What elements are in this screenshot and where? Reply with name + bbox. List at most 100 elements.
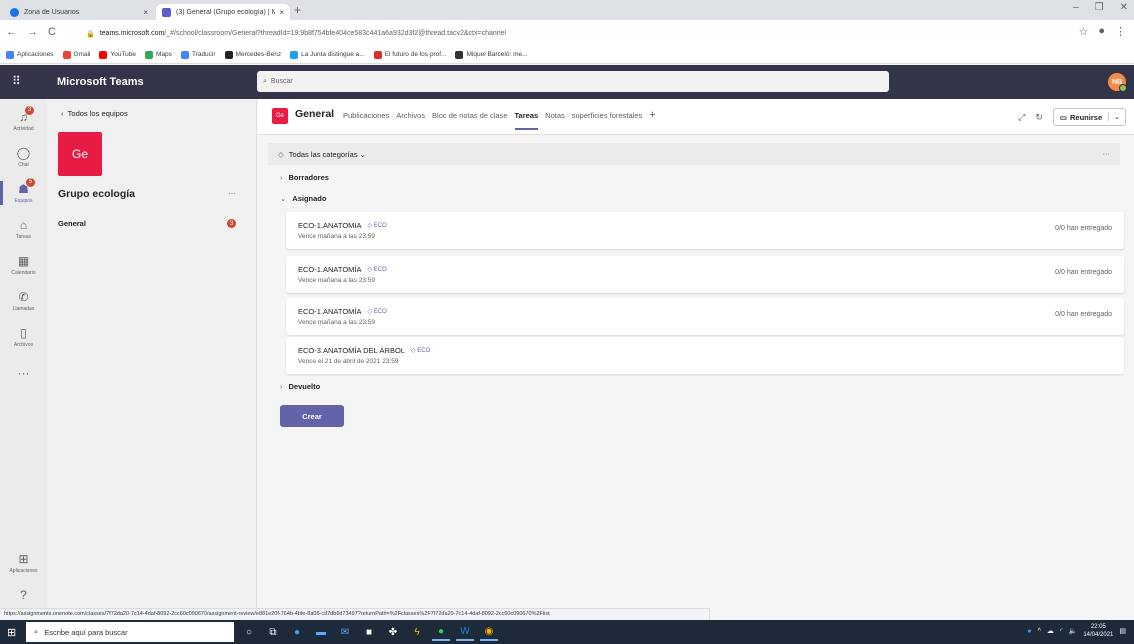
tab-publicaciones[interactable]: Publicaciones xyxy=(343,111,389,120)
more-options-button[interactable]: ··· xyxy=(1103,149,1111,158)
expand-icon[interactable]: ⤢ xyxy=(1018,112,1025,123)
rail-item-teams[interactable]: ☗ 5 Equipos xyxy=(0,175,47,211)
taskbar-search-input[interactable]: ⌕ Escribe aquí para buscar xyxy=(26,622,234,642)
gmail-icon xyxy=(62,50,71,59)
volume-icon[interactable]: 🔈 xyxy=(1069,627,1078,635)
create-button[interactable]: Crear xyxy=(280,405,344,427)
rail-item-calendar[interactable]: ▦ Calendario xyxy=(0,247,47,283)
clock[interactable]: 22:05 14/04/2021 xyxy=(1083,623,1113,639)
reload-button[interactable]: C xyxy=(48,26,56,38)
tab-notas[interactable]: Notas xyxy=(545,111,565,120)
back-button[interactable]: ← xyxy=(6,26,17,38)
bookmark-star-icon[interactable]: ☆ xyxy=(1078,25,1088,38)
notifications-icon[interactable]: ▤ xyxy=(1119,627,1126,635)
clock-time: 22:05 xyxy=(1090,624,1106,630)
tab-close-icon[interactable]: × xyxy=(143,8,148,17)
rail-item-files[interactable]: ▯ Archivos xyxy=(0,319,47,355)
mail-icon[interactable]: ✉ xyxy=(336,623,354,641)
winamp-icon[interactable]: ϟ xyxy=(408,623,426,641)
section-drafts[interactable]: › Borradores xyxy=(280,173,329,182)
rail-label: Aplicaciones xyxy=(9,567,38,574)
assignment-card[interactable]: ECO-3.ANATOMÍA DEL ÁRBOL ◇ ECO Vence el 2… xyxy=(286,337,1124,374)
futuro-icon xyxy=(373,50,382,59)
search-input[interactable]: ⌕ Buscar xyxy=(257,71,889,92)
rail-item-calls[interactable]: ✆ Llamadas xyxy=(0,283,47,319)
assignment-card[interactable]: ECO-1.ANATOMIA ◇ ECO Vence mañana a las 2… xyxy=(286,212,1124,249)
bookmark-gmail[interactable]: Gmail xyxy=(62,50,91,59)
browser-tab-zona-usuarios[interactable]: Zona de Usuarios × xyxy=(4,4,154,20)
window-controls: – ❐ ✕ xyxy=(1073,2,1128,13)
bookmark-youtube[interactable]: YouTube xyxy=(99,50,136,59)
url-path: /_#/school/classroom/General?threadId=19… xyxy=(164,30,507,37)
chevron-down-icon[interactable]: ⌄ xyxy=(1108,113,1125,121)
teams-favicon-icon xyxy=(162,7,171,17)
channel-item-general[interactable]: General 3 xyxy=(58,219,236,228)
rail-item-apps[interactable]: ⊞ Aplicaciones xyxy=(0,545,47,581)
close-window-button[interactable]: ✕ xyxy=(1120,2,1128,13)
store-icon[interactable]: ■ xyxy=(360,623,378,641)
rail-more-button[interactable]: ··· xyxy=(0,355,47,391)
add-tab-button[interactable]: + xyxy=(649,110,655,121)
minimize-button[interactable]: – xyxy=(1073,2,1079,13)
forward-button[interactable]: → xyxy=(27,26,38,38)
maximize-button[interactable]: ❐ xyxy=(1095,2,1104,13)
bookmark-mercedes[interactable]: Mercedes-Benz xyxy=(224,50,282,59)
bookmark-label: Gmail xyxy=(73,51,91,58)
rail-item-activity[interactable]: ♫ 3 Actividad xyxy=(0,103,47,139)
assignment-card[interactable]: ECO-1.ANATOMÍA ◇ ECO Vence mañana a las 2… xyxy=(286,256,1124,293)
url-field[interactable]: 🔒 teams.microsoft.com /_#/school/classro… xyxy=(86,25,1066,42)
tag-icon: ◇ xyxy=(278,149,284,159)
back-to-teams-link[interactable]: ‹ Todos los equipos xyxy=(61,109,128,118)
bookmark-label: El futuro de los prof... xyxy=(384,51,447,58)
tab-bloc-notas[interactable]: Bloc de notas de clase xyxy=(432,111,507,120)
network-icon[interactable]: ☁ xyxy=(1047,627,1054,635)
category-filter[interactable]: ◇ Todas las categorías ⌄ ··· xyxy=(268,143,1120,165)
task-view-icon[interactable]: ⧉ xyxy=(264,623,282,641)
rail-label: Llamadas xyxy=(12,305,35,312)
tab-close-icon[interactable]: × xyxy=(279,8,284,17)
bookmark-label: Mercedes-Benz xyxy=(235,51,282,58)
word-icon[interactable]: W xyxy=(456,623,474,641)
meet-button[interactable]: ▭ Reunirse ⌄ xyxy=(1052,108,1126,126)
wifi-icon[interactable]: ◜ xyxy=(1060,627,1063,635)
edge-icon[interactable]: ● xyxy=(288,623,306,641)
section-returned[interactable]: › Devuelto xyxy=(280,382,320,391)
assignments-icon: ⌂ xyxy=(19,217,28,232)
spotify-icon[interactable]: ● xyxy=(432,623,450,641)
channel-label: General xyxy=(58,219,86,228)
avatar[interactable]: NB xyxy=(1108,73,1127,92)
refresh-icon[interactable]: ↻ xyxy=(1035,112,1043,123)
bookmark-maps[interactable]: Maps xyxy=(145,50,172,59)
tab-superficies-forestales[interactable]: superficies forestales xyxy=(572,111,642,120)
tray-app-icon[interactable]: ● xyxy=(1027,628,1031,635)
rail-item-assignments[interactable]: ⌂ Tareas xyxy=(0,211,47,247)
cortana-icon[interactable]: ○ xyxy=(240,623,258,641)
chrome-icon[interactable]: ◉ xyxy=(480,623,498,641)
app-launcher-icon[interactable]: ⠿ xyxy=(12,74,21,88)
rail-item-chat[interactable]: ◯ Chat xyxy=(0,139,47,175)
app-icon[interactable]: ✤ xyxy=(384,623,402,641)
show-hidden-icons[interactable]: ^ xyxy=(1038,628,1041,635)
bookmark-translate[interactable]: Traducir xyxy=(180,50,216,59)
bookmark-apps[interactable]: Aplicaciones xyxy=(6,50,54,59)
taskbar-search-placeholder: Escribe aquí para buscar xyxy=(44,627,128,637)
clock-date: 14/04/2021 xyxy=(1083,632,1114,638)
explorer-icon[interactable]: ▬ xyxy=(312,623,330,641)
tab-tareas[interactable]: Tareas xyxy=(514,111,538,130)
section-label: Borradores xyxy=(288,173,329,182)
bookmark-futuro[interactable]: El futuro de los prof... xyxy=(373,50,447,59)
bookmark-junta[interactable]: La Junta distingue a... xyxy=(290,50,365,59)
assignment-card[interactable]: ECO-1.ANATOMÍA ◇ ECO Vence mañana a las 2… xyxy=(286,298,1124,335)
profile-icon[interactable]: ● xyxy=(1098,25,1105,38)
windows-start-icon[interactable]: ⊞ xyxy=(7,626,16,639)
filter-label: Todas las categorías xyxy=(288,149,358,159)
browser-tab-teams[interactable]: (3) General (Grupo ecología) | Mi × xyxy=(156,4,290,20)
section-assigned[interactable]: ⌄ Asignado xyxy=(280,194,326,203)
new-tab-button[interactable]: + xyxy=(294,3,301,17)
tab-archivos[interactable]: Archivos xyxy=(396,111,425,120)
search-icon: ⌕ xyxy=(263,77,267,85)
tab-title: (3) General (Grupo ecología) | Mi xyxy=(176,8,276,16)
browser-menu-icon[interactable]: ⋮ xyxy=(1115,25,1126,38)
bookmark-barcelo[interactable]: Miquel Barceló: me... xyxy=(455,50,528,59)
team-more-button[interactable]: ··· xyxy=(228,189,236,198)
